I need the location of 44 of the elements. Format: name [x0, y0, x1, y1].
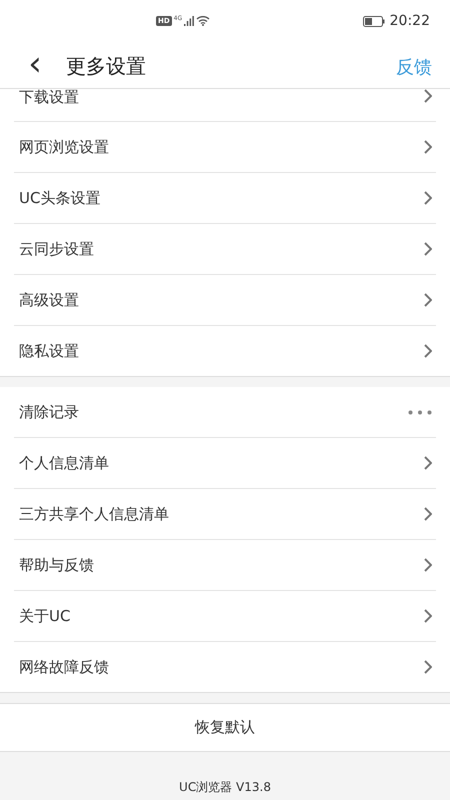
- reset-button[interactable]: 恢复默认: [0, 703, 450, 752]
- chevron-right-icon: [424, 507, 432, 521]
- settings-item[interactable]: 网络故障反馈: [14, 642, 436, 692]
- more-icon: [408, 410, 432, 414]
- signal-icon: [184, 16, 194, 26]
- chevron-right-icon: [424, 344, 432, 358]
- settings-item-label: 三方共享个人信息清单: [19, 504, 170, 524]
- settings-item-label: 网络故障反馈: [19, 658, 110, 676]
- settings-item[interactable]: 隐私设置: [14, 326, 436, 376]
- status-time: 20:22: [390, 13, 430, 29]
- chevron-right-icon: [424, 456, 432, 470]
- settings-item-label: 网页浏览设置: [19, 138, 110, 156]
- chevron-right-icon: [424, 558, 432, 572]
- settings-item[interactable]: 下载设置: [14, 89, 436, 122]
- settings-item[interactable]: 清除记录: [14, 387, 436, 438]
- settings-item-label: 云同步设置: [19, 240, 95, 258]
- settings-item-label: 帮助与反馈: [19, 556, 95, 574]
- settings-item[interactable]: 关于UC: [14, 591, 436, 642]
- chevron-right-icon: [424, 89, 432, 103]
- version-text: UC浏览器 V13.8: [178, 779, 272, 796]
- back-button[interactable]: ‹: [20, 44, 50, 84]
- chevron-right-icon: [424, 293, 432, 307]
- settings-item[interactable]: UC头条设置: [14, 173, 436, 224]
- settings-item-label: 隐私设置: [19, 342, 80, 360]
- settings-item-label: 高级设置: [19, 290, 80, 310]
- page-title: 更多设置: [66, 53, 147, 80]
- settings-item-label: 个人信息清单: [19, 454, 110, 472]
- chevron-right-icon: [424, 609, 432, 623]
- chevron-right-icon: [424, 242, 432, 256]
- settings-item[interactable]: 个人信息清单: [14, 438, 436, 489]
- settings-item-label: 下载设置: [19, 88, 80, 107]
- battery-icon: [362, 16, 385, 26]
- settings-item[interactable]: 三方共享个人信息清单: [14, 489, 436, 540]
- settings-item[interactable]: 云同步设置: [14, 224, 436, 275]
- settings-item-label: UC头条设置: [19, 188, 102, 208]
- settings-item[interactable]: 高级设置: [14, 275, 436, 326]
- chevron-right-icon: [424, 660, 432, 674]
- wifi-icon: [196, 15, 210, 26]
- chevron-right-icon: [424, 140, 432, 154]
- settings-item[interactable]: 帮助与反馈: [14, 540, 436, 591]
- chevron-right-icon: [424, 191, 432, 205]
- settings-item-label: 关于UC: [19, 606, 72, 626]
- settings-item-label: 清除记录: [19, 402, 80, 422]
- settings-item[interactable]: 网页浏览设置: [14, 122, 436, 173]
